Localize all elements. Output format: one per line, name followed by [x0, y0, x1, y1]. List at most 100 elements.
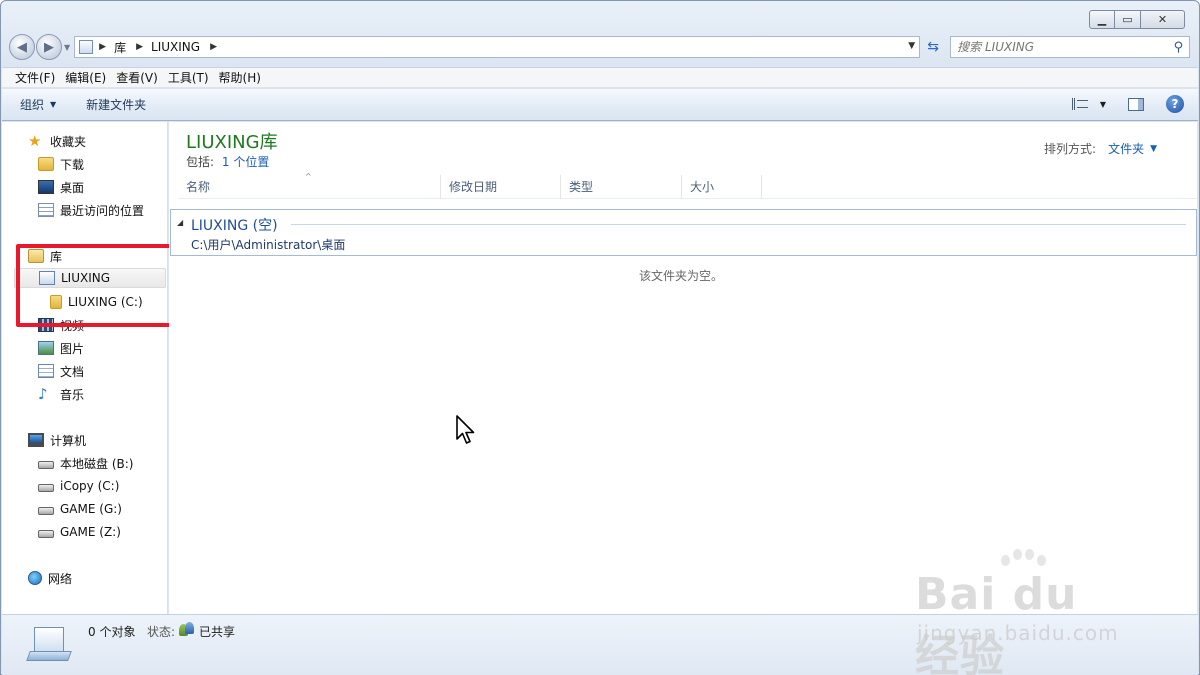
column-headers: ^ 名称 修改日期 类型 大小: [178, 172, 1197, 199]
forward-arrow-icon: ▶: [44, 39, 54, 55]
group-divider: [291, 224, 1186, 225]
breadcrumb-liuxing[interactable]: LIUXING: [151, 40, 200, 54]
new-folder-button[interactable]: 新建文件夹: [86, 96, 146, 113]
hard-drive-icon: [38, 461, 54, 469]
toolbar-right: ▼ ?: [1071, 95, 1184, 113]
desktop-icon: [38, 180, 54, 194]
star-icon: ★: [28, 131, 42, 150]
computer-icon: [28, 433, 44, 447]
library-location-group[interactable]: ◢ LIUXING (空) C:\用户\Administrator\桌面: [170, 209, 1197, 256]
nav-item-label: 文档: [60, 364, 85, 379]
nav-item-label: 音乐: [60, 387, 85, 402]
column-header-date-modified[interactable]: 修改日期: [441, 174, 561, 199]
close-button[interactable]: ✕: [1141, 10, 1185, 29]
menu-file[interactable]: 文件(F): [10, 69, 60, 86]
mouse-cursor-icon: [456, 415, 475, 444]
search-icon[interactable]: ⚲: [1174, 40, 1184, 55]
shared-users-icon: [179, 622, 195, 636]
nav-network-label: 网络: [48, 571, 73, 586]
nav-favorites-label: 收藏夹: [50, 134, 87, 149]
back-button[interactable]: ◀: [9, 34, 35, 60]
group-folder-path[interactable]: C:\用户\Administrator\桌面: [191, 236, 345, 253]
menu-edit[interactable]: 编辑(E): [60, 69, 111, 86]
help-icon[interactable]: ?: [1166, 95, 1184, 113]
menu-help[interactable]: 帮助(H): [214, 69, 266, 86]
collapse-group-icon[interactable]: ◢: [177, 218, 183, 227]
nav-item-downloads[interactable]: 下载: [38, 154, 84, 174]
menu-bar: 文件(F) 编辑(E) 查看(V) 工具(T) 帮助(H): [2, 67, 1198, 88]
menu-tools[interactable]: 工具(T): [163, 69, 214, 86]
arrange-by: 排列方式: 文件夹 ▼: [1044, 140, 1157, 157]
nav-item-drive-c[interactable]: iCopy (C:): [38, 476, 119, 496]
chevron-down-icon: ▼: [50, 100, 57, 109]
hard-drive-icon: [38, 484, 54, 492]
library-large-icon: [26, 623, 72, 663]
nav-item-label: 最近访问的位置: [60, 203, 145, 218]
nav-computer-label: 计算机: [50, 433, 87, 448]
empty-folder-message: 该文件夹为空。: [639, 269, 724, 283]
view-options-dropdown[interactable]: ▼: [1100, 100, 1106, 109]
minimize-icon: ▁: [1097, 13, 1107, 26]
nav-item-drive-b[interactable]: 本地磁盘 (B:): [38, 453, 133, 473]
baidu-watermark: Bai du 经验 jingyan.baidu.com: [915, 549, 1135, 675]
maximize-button[interactable]: ▭: [1115, 10, 1141, 29]
column-header-type[interactable]: 类型: [561, 174, 682, 199]
minimize-button[interactable]: ▁: [1089, 10, 1115, 29]
recent-pages-dropdown[interactable]: ▼: [64, 43, 70, 52]
nav-item-label: 桌面: [60, 180, 85, 195]
chevron-down-icon[interactable]: ▼: [1150, 144, 1157, 154]
nav-item-label: GAME (Z:): [60, 525, 121, 539]
arrange-by-dropdown[interactable]: 文件夹: [1108, 140, 1144, 157]
breadcrumb-libraries[interactable]: 库: [114, 39, 126, 56]
nav-item-label: 下载: [60, 157, 85, 172]
group-title: LIUXING (空): [191, 218, 278, 234]
address-bar[interactable]: ▶ 库 ▶ LIUXING ▶ ▼: [74, 36, 921, 58]
nav-item-documents[interactable]: 文档: [38, 361, 84, 381]
nav-computer[interactable]: 计算机: [28, 430, 86, 450]
refresh-icon: ⇆: [927, 39, 940, 55]
nav-favorites[interactable]: ★ 收藏夹: [28, 131, 86, 151]
pictures-library-icon: [38, 341, 54, 355]
chevron-right-icon[interactable]: ▶: [136, 42, 143, 52]
nav-item-label: 图片: [60, 341, 85, 356]
sort-ascending-icon: ^: [305, 172, 312, 181]
chevron-right-icon[interactable]: ▶: [99, 42, 106, 52]
item-count: 0 个对象: [88, 625, 136, 639]
refresh-button[interactable]: ⇆: [922, 36, 944, 58]
explorer-window: ▁ ▭ ✕ ◀ ▶ ▼ ▶ 库 ▶ LIUXING ▶ ▼ ⇆ ⚲ 文件(F) …: [0, 0, 1200, 675]
includes-locations-link[interactable]: 1 个位置: [222, 155, 269, 169]
nav-item-pictures[interactable]: 图片: [38, 338, 84, 358]
network-icon: [28, 571, 42, 585]
address-history-dropdown[interactable]: ▼: [908, 41, 915, 51]
library-includes: 包括: 1 个位置: [186, 153, 269, 170]
nav-item-drive-z[interactable]: GAME (Z:): [38, 522, 121, 542]
nav-network[interactable]: 网络: [28, 568, 72, 588]
nav-item-label: 本地磁盘 (B:): [60, 456, 134, 471]
back-arrow-icon: ◀: [17, 39, 27, 55]
forward-button[interactable]: ▶: [36, 34, 62, 60]
music-note-icon: ♪: [38, 384, 48, 403]
nav-item-label: GAME (G:): [60, 502, 122, 516]
preview-pane-icon[interactable]: [1128, 97, 1144, 111]
close-icon: ✕: [1157, 13, 1168, 26]
nav-item-recent-places[interactable]: 最近访问的位置: [38, 200, 144, 220]
recent-places-icon: [38, 203, 54, 217]
search-input[interactable]: [957, 40, 1174, 54]
search-box: ⚲: [950, 36, 1191, 58]
nav-item-desktop[interactable]: 桌面: [38, 177, 84, 197]
change-view-icon[interactable]: [1071, 98, 1088, 110]
chevron-right-icon[interactable]: ▶: [210, 42, 217, 52]
annotation-highlight-box: [16, 244, 186, 327]
file-list-pane: LIUXING库 包括: 1 个位置 排列方式: 文件夹 ▼ ^ 名称 修改日期…: [169, 122, 1197, 614]
watermark-url: jingyan.baidu.com: [917, 621, 1119, 645]
nav-item-music[interactable]: ♪ 音乐: [38, 384, 84, 404]
hard-drive-icon: [38, 530, 54, 538]
includes-label: 包括:: [186, 155, 215, 169]
organize-button[interactable]: 组织 ▼: [20, 96, 56, 113]
hard-drive-icon: [38, 507, 54, 515]
library-location-icon: [79, 40, 94, 54]
caption-buttons: ▁ ▭ ✕: [1089, 10, 1185, 29]
nav-item-drive-g[interactable]: GAME (G:): [38, 499, 122, 519]
menu-view[interactable]: 查看(V): [111, 69, 163, 86]
column-header-size[interactable]: 大小: [682, 174, 762, 199]
